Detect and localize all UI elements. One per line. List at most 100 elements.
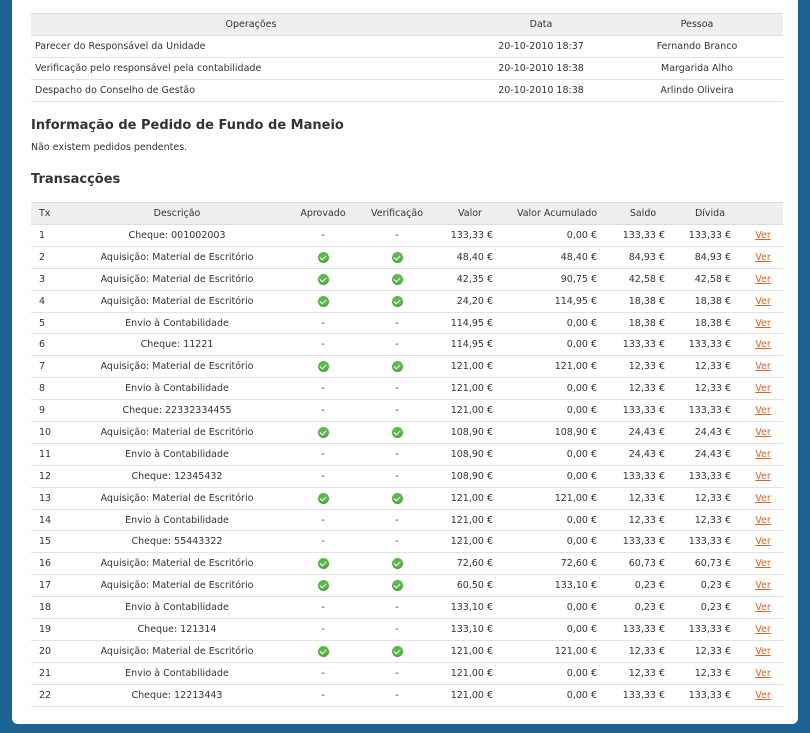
tx-valor-acumulado: 0,00 € <box>505 377 609 401</box>
tx-verificacao: - <box>359 224 435 247</box>
ver-link[interactable]: Ver <box>755 427 771 438</box>
transaction-row: 4 Aquisição: Material de Escritório 24,20 … <box>31 290 783 313</box>
ver-link[interactable]: Ver <box>755 668 771 679</box>
tx-divida: 133,33 € <box>677 399 743 423</box>
ver-link[interactable]: Ver <box>755 274 771 285</box>
tx-divida: 12,33 € <box>677 377 743 401</box>
ver-link[interactable]: Ver <box>755 449 771 460</box>
tx-valor: 133,10 € <box>435 596 505 620</box>
tx-divida: 42,58 € <box>677 268 743 291</box>
transaction-row: 1 Cheque: 001002003- -133,33 €0,00 €133,33… <box>31 224 783 247</box>
tx-saldo: 18,38 € <box>609 290 677 313</box>
tx-actions: Ver <box>743 509 783 532</box>
tx-divida: 133,33 € <box>677 618 743 641</box>
tx-verificacao: - <box>359 684 435 707</box>
tx-description: Cheque: 001002003 <box>67 224 287 247</box>
ver-link[interactable]: Ver <box>755 383 771 394</box>
ver-link[interactable]: Ver <box>755 252 771 263</box>
tx-saldo: 12,33 € <box>609 377 677 401</box>
tx-number: 1 <box>31 224 67 247</box>
ver-link[interactable]: Ver <box>755 536 771 547</box>
transaction-row: 22 Cheque: 12213443- -121,00 €0,00 €133,33… <box>31 684 783 707</box>
tx-aprovado <box>287 355 359 379</box>
ver-link[interactable]: Ver <box>755 493 771 504</box>
check-icon <box>391 580 403 592</box>
operation-row: Despacho do Conselho de Gestão 20-10-2010… <box>31 79 783 102</box>
transaction-row: 3 Aquisição: Material de Escritório 42,35 … <box>31 268 783 291</box>
tx-divida: 12,33 € <box>677 662 743 685</box>
ver-link[interactable]: Ver <box>755 558 771 569</box>
tx-actions: Ver <box>743 487 783 510</box>
tx-valor-acumulado: 121,00 € <box>505 487 609 510</box>
tx-divida: 0,23 € <box>677 596 743 620</box>
transaction-row: 5 Envio à Contabilidade - -114,95 €0,00 €18… <box>31 312 783 335</box>
tx-aprovado: - <box>287 509 359 532</box>
ver-link[interactable]: Ver <box>755 624 771 635</box>
tx-valor-acumulado: 121,00 € <box>505 640 609 663</box>
tx-valor-acumulado: 0,00 € <box>505 596 609 620</box>
ver-link[interactable]: Ver <box>755 515 771 526</box>
transactions-heading: Transacções <box>31 172 121 187</box>
tx-valor-acumulado: 48,40 € <box>505 246 609 269</box>
tx-aprovado <box>287 268 359 291</box>
tx-valor: 24,20 € <box>435 290 505 313</box>
ver-link[interactable]: Ver <box>755 339 771 350</box>
tx-aprovado: - <box>287 684 359 707</box>
operations-header-row: Operações Data Pessoa <box>31 13 783 36</box>
tx-aprovado: - <box>287 333 359 357</box>
ver-link[interactable]: Ver <box>755 318 771 329</box>
tx-valor: 60,50 € <box>435 574 505 598</box>
ver-link[interactable]: Ver <box>755 405 771 416</box>
tx-valor: 72,60 € <box>435 552 505 576</box>
ver-link[interactable]: Ver <box>755 580 771 591</box>
ver-link[interactable]: Ver <box>755 361 771 372</box>
ver-link[interactable]: Ver <box>755 230 771 241</box>
tx-valor-acumulado: 0,00 € <box>505 662 609 685</box>
col-tx: Tx <box>31 202 67 225</box>
tx-number: 3 <box>31 268 67 291</box>
tx-verificacao <box>359 574 435 598</box>
tx-valor-acumulado: 72,60 € <box>505 552 609 576</box>
tx-aprovado <box>287 246 359 269</box>
tx-description: Cheque: 121314 <box>67 618 287 641</box>
tx-saldo: 12,33 € <box>609 509 677 532</box>
tx-saldo: 0,23 € <box>609 596 677 620</box>
check-icon <box>391 361 403 373</box>
tx-actions: Ver <box>743 377 783 401</box>
operation-date: 20-10-2010 18:37 <box>471 35 611 58</box>
col-actions <box>743 202 783 225</box>
tx-valor: 121,00 € <box>435 640 505 663</box>
ver-link[interactable]: Ver <box>755 602 771 613</box>
tx-verificacao: - <box>359 443 435 466</box>
tx-description: Cheque: 11221 <box>67 333 287 357</box>
tx-number: 19 <box>31 618 67 641</box>
col-saldo: Saldo <box>609 202 677 225</box>
tx-valor-acumulado: 0,00 € <box>505 509 609 532</box>
tx-divida: 18,38 € <box>677 290 743 313</box>
transaction-row: 19 Cheque: 121314- -133,10 €0,00 €133,33 €… <box>31 618 783 641</box>
tx-valor: 133,10 € <box>435 618 505 641</box>
ver-link[interactable]: Ver <box>755 646 771 657</box>
tx-aprovado <box>287 640 359 663</box>
transaction-row: 8 Envio à Contabilidade - -121,00 €0,00 €12… <box>31 377 783 401</box>
tx-valor: 121,00 € <box>435 509 505 532</box>
tx-valor: 121,00 € <box>435 662 505 685</box>
operation-date: 20-10-2010 18:38 <box>471 57 611 80</box>
tx-number: 18 <box>31 596 67 620</box>
transaction-row: 21 Envio à Contabilidade - -121,00 €0,00 €1… <box>31 662 783 685</box>
tx-divida: 133,33 € <box>677 684 743 707</box>
ver-link[interactable]: Ver <box>755 296 771 307</box>
tx-saldo: 60,73 € <box>609 552 677 576</box>
transaction-row: 16 Aquisição: Material de Escritório 72,60… <box>31 552 783 576</box>
col-divida: Dívida <box>677 202 743 225</box>
tx-saldo: 133,33 € <box>609 530 677 554</box>
tx-valor-acumulado: 0,00 € <box>505 684 609 707</box>
check-icon <box>317 273 329 285</box>
ver-link[interactable]: Ver <box>755 690 771 701</box>
tx-description: Envio à Contabilidade <box>67 377 287 401</box>
tx-divida: 133,33 € <box>677 333 743 357</box>
tx-valor-acumulado: 0,00 € <box>505 312 609 335</box>
tx-actions: Ver <box>743 290 783 313</box>
tx-number: 4 <box>31 290 67 313</box>
ver-link[interactable]: Ver <box>755 471 771 482</box>
